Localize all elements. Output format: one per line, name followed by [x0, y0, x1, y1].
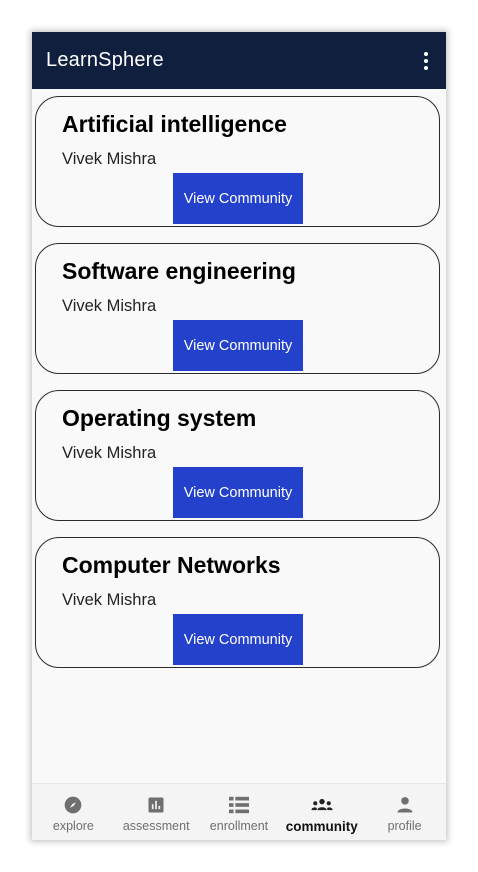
nav-label: profile [387, 819, 422, 833]
view-community-button[interactable]: View Community [173, 467, 303, 518]
people-icon [311, 794, 333, 816]
app-title: LearnSphere [46, 49, 164, 71]
community-title: Operating system [62, 405, 257, 431]
community-card: Artificial intelligence Vivek Mishra Vie… [35, 96, 440, 227]
nav-assessment[interactable]: assessment [115, 784, 198, 840]
view-community-button[interactable]: View Community [173, 173, 303, 224]
community-title: Artificial intelligence [62, 111, 287, 137]
view-community-button[interactable]: View Community [173, 320, 303, 371]
nav-label: enrollment [209, 819, 269, 833]
nav-community[interactable]: community [280, 784, 363, 840]
nav-label: explore [52, 819, 94, 833]
phone-screen: LearnSphere Artificial intelligence Vive… [32, 32, 446, 840]
more-options-icon[interactable] [416, 48, 436, 74]
community-card: Operating system Vivek Mishra View Commu… [35, 390, 440, 521]
app-bar: LearnSphere [32, 32, 446, 89]
nav-explore[interactable]: explore [32, 784, 115, 840]
community-author: Vivek Mishra [62, 591, 157, 609]
community-author: Vivek Mishra [62, 150, 157, 168]
nav-label: assessment [122, 819, 190, 833]
person-icon [394, 794, 416, 816]
community-card: Software engineering Vivek Mishra View C… [35, 243, 440, 374]
view-community-button[interactable]: View Community [173, 614, 303, 665]
nav-enrollment[interactable]: enrollment [198, 784, 281, 840]
nav-label: community [285, 819, 358, 834]
nav-profile[interactable]: profile [363, 784, 446, 840]
compass-icon [62, 794, 84, 816]
list-icon [228, 794, 250, 816]
community-author: Vivek Mishra [62, 444, 157, 462]
bar-chart-icon [145, 794, 167, 816]
community-title: Software engineering [62, 258, 296, 284]
community-author: Vivek Mishra [62, 297, 157, 315]
community-card: Computer Networks Vivek Mishra View Comm… [35, 537, 440, 668]
community-title: Computer Networks [62, 552, 281, 578]
bottom-navigation: explore assessment enrollment community … [32, 783, 446, 840]
